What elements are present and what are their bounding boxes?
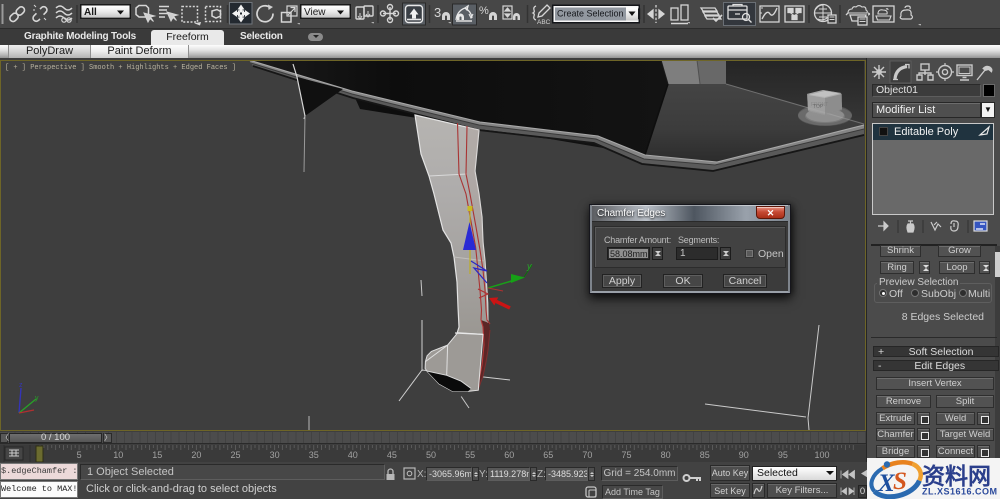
svg-text:y: y bbox=[35, 395, 39, 402]
svg-text:50: 50 bbox=[426, 450, 436, 460]
svg-text:ZL.XS1616.COM: ZL.XS1616.COM bbox=[922, 487, 998, 497]
svg-text:60: 60 bbox=[504, 450, 514, 460]
svg-text:100: 100 bbox=[814, 450, 829, 460]
svg-text:y: y bbox=[526, 261, 532, 271]
svg-text:资料网: 资料网 bbox=[922, 463, 991, 489]
svg-text:40: 40 bbox=[348, 450, 358, 460]
svg-text:3: 3 bbox=[434, 5, 441, 20]
svg-text:95: 95 bbox=[778, 450, 788, 460]
svg-text:20: 20 bbox=[191, 450, 201, 460]
svg-text:ABC: ABC bbox=[537, 19, 551, 26]
svg-text:z: z bbox=[19, 382, 23, 389]
svg-text:All: All bbox=[84, 7, 97, 18]
svg-text:25: 25 bbox=[230, 450, 240, 460]
svg-text:85: 85 bbox=[700, 450, 710, 460]
svg-text:30: 30 bbox=[270, 450, 280, 460]
svg-text:10: 10 bbox=[113, 450, 123, 460]
svg-text:35: 35 bbox=[309, 450, 319, 460]
svg-text:5: 5 bbox=[77, 450, 82, 460]
svg-text:View: View bbox=[304, 7, 326, 18]
svg-text:70: 70 bbox=[582, 450, 592, 460]
svg-text:75: 75 bbox=[621, 450, 631, 460]
svg-text:45: 45 bbox=[387, 450, 397, 460]
svg-text:80: 80 bbox=[661, 450, 671, 460]
svg-text:55: 55 bbox=[465, 450, 475, 460]
svg-text:S: S bbox=[893, 468, 907, 495]
svg-text:%: % bbox=[479, 5, 489, 17]
svg-text:65: 65 bbox=[543, 450, 553, 460]
svg-text:15: 15 bbox=[152, 450, 162, 460]
svg-text:TOP: TOP bbox=[813, 104, 824, 110]
svg-text:90: 90 bbox=[739, 450, 749, 460]
